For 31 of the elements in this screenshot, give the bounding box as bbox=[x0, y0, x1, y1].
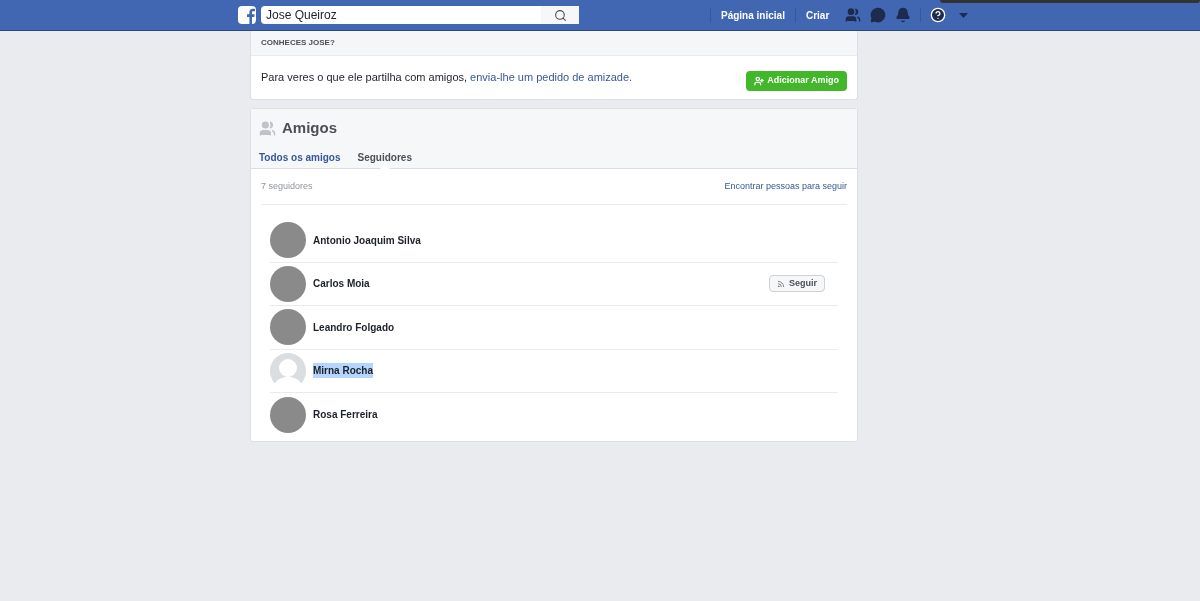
section-title: Amigos bbox=[282, 117, 337, 138]
friend-request-link[interactable]: envia-lhe um pedido de amizade. bbox=[470, 71, 633, 84]
follower-name[interactable]: Mirna Rocha bbox=[313, 363, 373, 379]
notifications-icon[interactable] bbox=[895, 7, 912, 23]
help-icon[interactable] bbox=[930, 7, 947, 23]
friend-request-text: Para veres o que ele partilha com amigos, envia-lhe um pedido de amizade. bbox=[261, 70, 634, 86]
search-field[interactable]: Jose Queiroz bbox=[261, 6, 541, 24]
follow-button[interactable]: Seguir bbox=[769, 275, 825, 293]
find-people-link[interactable]: Encontrar pessoas para seguir bbox=[724, 179, 847, 194]
photo-placeholder[interactable] bbox=[270, 222, 306, 259]
nav-link[interactable]: Página inicial bbox=[710, 7, 795, 23]
search-icon[interactable] bbox=[553, 8, 567, 22]
tab[interactable]: Todos os amigos bbox=[259, 147, 341, 168]
logo-icon[interactable] bbox=[238, 6, 256, 24]
rss-icon bbox=[777, 279, 785, 288]
photo-placeholder[interactable] bbox=[270, 309, 306, 346]
photo-placeholder[interactable] bbox=[270, 265, 306, 302]
nav-link[interactable]: Criar bbox=[794, 7, 840, 23]
friends-icon[interactable] bbox=[845, 7, 862, 23]
messenger-icon[interactable] bbox=[870, 7, 887, 23]
card-title: CONHECES JOSE? bbox=[261, 37, 335, 49]
follower-name[interactable]: Antonio Joaquim Silva bbox=[313, 232, 421, 248]
follower-count: 7 seguidores bbox=[261, 179, 313, 193]
follower-name[interactable]: Carlos Moia bbox=[313, 276, 370, 292]
follower-name[interactable]: Leandro Folgado bbox=[313, 319, 395, 335]
friends-icon bbox=[259, 119, 276, 137]
tab[interactable]: Seguidores bbox=[357, 147, 412, 168]
add-person-icon bbox=[754, 75, 765, 86]
photo-placeholder[interactable] bbox=[270, 396, 306, 433]
caret-icon[interactable] bbox=[959, 12, 969, 18]
follower-name[interactable]: Rosa Ferreira bbox=[313, 407, 378, 423]
